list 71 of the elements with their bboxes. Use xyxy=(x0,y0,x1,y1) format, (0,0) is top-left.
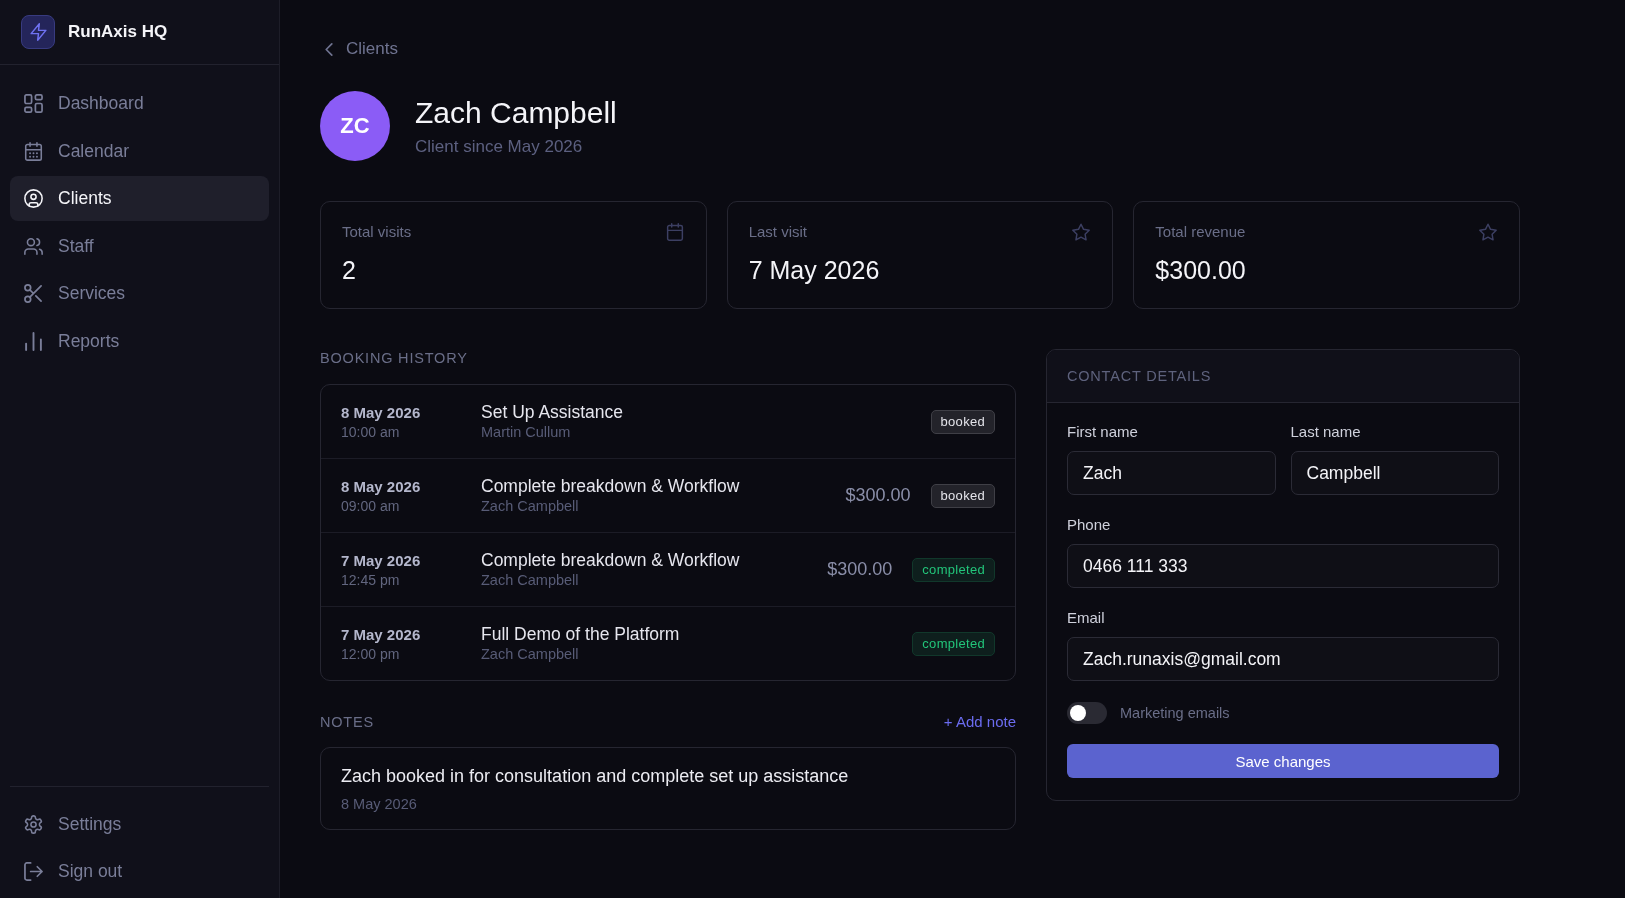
stat-value: 2 xyxy=(342,255,357,285)
sidebar-nav-item[interactable]: Settings xyxy=(10,802,269,847)
service-name: Complete breakdown & Workflow xyxy=(481,475,741,497)
text-input-field[interactable]: Zach xyxy=(1067,451,1276,495)
staff-name: Martin Cullum xyxy=(481,423,572,442)
note-date: 8 May 2026 xyxy=(341,795,418,814)
stat-label: Total visits xyxy=(342,222,412,242)
note-text: Zach booked in for consultation and complete set up assistance xyxy=(341,765,850,788)
sidebar-nav-item[interactable]: Sign out xyxy=(10,849,269,894)
staff-name: Zach Campbell xyxy=(481,571,580,590)
sidebar-nav-item[interactable]: Calendar xyxy=(10,128,269,174)
bolt-logo-icon xyxy=(21,15,55,49)
brand-name: RunAxis HQ xyxy=(68,22,168,42)
client-name: Zach Campbell xyxy=(415,94,617,131)
field-label: First name xyxy=(1067,422,1139,442)
status-tag: completed xyxy=(912,631,995,656)
stat-label: Total revenue xyxy=(1155,222,1246,242)
booking-time: 12:00 pm xyxy=(341,644,401,663)
calendar-icon xyxy=(24,141,43,161)
service-name: Complete breakdown & Workflow xyxy=(481,549,741,571)
avatar-initials: ZC xyxy=(320,91,390,161)
section-heading: BOOKING HISTORY xyxy=(320,349,469,367)
sidebar-nav-item[interactable]: Staff xyxy=(10,223,269,269)
service-name: Full Demo of the Platform xyxy=(481,623,681,645)
booking-date: 7 May 2026 xyxy=(341,624,422,645)
toggle-label: Marketing emails xyxy=(1120,705,1230,721)
booking-price: $300.00 xyxy=(845,485,911,506)
sign-out-icon xyxy=(24,862,43,881)
field-label: Phone xyxy=(1067,515,1112,535)
stat-label: Last visit xyxy=(748,222,808,242)
add-note-link[interactable]: + Add note xyxy=(943,713,1016,731)
sidebar-nav-item[interactable]: Dashboard xyxy=(10,81,269,126)
section-heading: CONTACT DETAILS xyxy=(1067,368,1212,384)
scissors-icon xyxy=(24,284,43,303)
stat-value: $300.00 xyxy=(1155,255,1246,285)
toggle-switch[interactable] xyxy=(1067,702,1107,724)
status-tag: booked xyxy=(930,409,995,434)
chevron-left-icon xyxy=(325,42,333,56)
booking-date: 7 May 2026 xyxy=(341,550,422,571)
save-button[interactable]: Save changes xyxy=(1067,744,1499,778)
booking-date: 8 May 2026 xyxy=(341,476,422,497)
booking-time: 12:45 pm xyxy=(341,570,401,589)
booking-date: 8 May 2026 xyxy=(341,402,422,423)
sidebar-nav-item[interactable]: Reports xyxy=(10,318,269,364)
status-tag: completed xyxy=(912,557,995,582)
star-icon xyxy=(1072,223,1091,241)
sidebar-nav-item[interactable]: Services xyxy=(10,271,269,316)
booking-price: $300.00 xyxy=(827,559,893,580)
user-circle-icon xyxy=(24,189,43,208)
star-icon xyxy=(1479,223,1497,241)
calendar-icon xyxy=(665,223,684,241)
settings-icon xyxy=(24,815,43,834)
users-icon xyxy=(24,236,43,256)
service-name: Set Up Assistance xyxy=(481,401,625,423)
booking-time: 10:00 am xyxy=(341,422,401,441)
section-heading: NOTES xyxy=(320,713,374,731)
client-since: Client since May 2026 xyxy=(415,135,584,158)
sidebar-nav-item[interactable]: Clients xyxy=(10,176,269,221)
dashboard-grid-icon xyxy=(24,94,43,113)
staff-name: Zach Campbell xyxy=(481,645,580,664)
text-input-field[interactable]: Campbell xyxy=(1290,451,1499,495)
staff-name: Zach Campbell xyxy=(481,497,580,516)
booking-time: 09:00 am xyxy=(341,496,401,515)
field-label: Last name xyxy=(1290,422,1362,442)
text-input-field[interactable]: Zach.runaxis@gmail.com xyxy=(1067,637,1499,681)
bar-chart-icon xyxy=(24,331,43,351)
back-link[interactable]: Clients xyxy=(325,36,398,62)
field-label: Email xyxy=(1067,608,1106,628)
text-input-field[interactable]: 0466 111 333 xyxy=(1067,544,1499,588)
status-tag: booked xyxy=(930,483,995,508)
stat-value: 7 May 2026 xyxy=(748,255,880,285)
